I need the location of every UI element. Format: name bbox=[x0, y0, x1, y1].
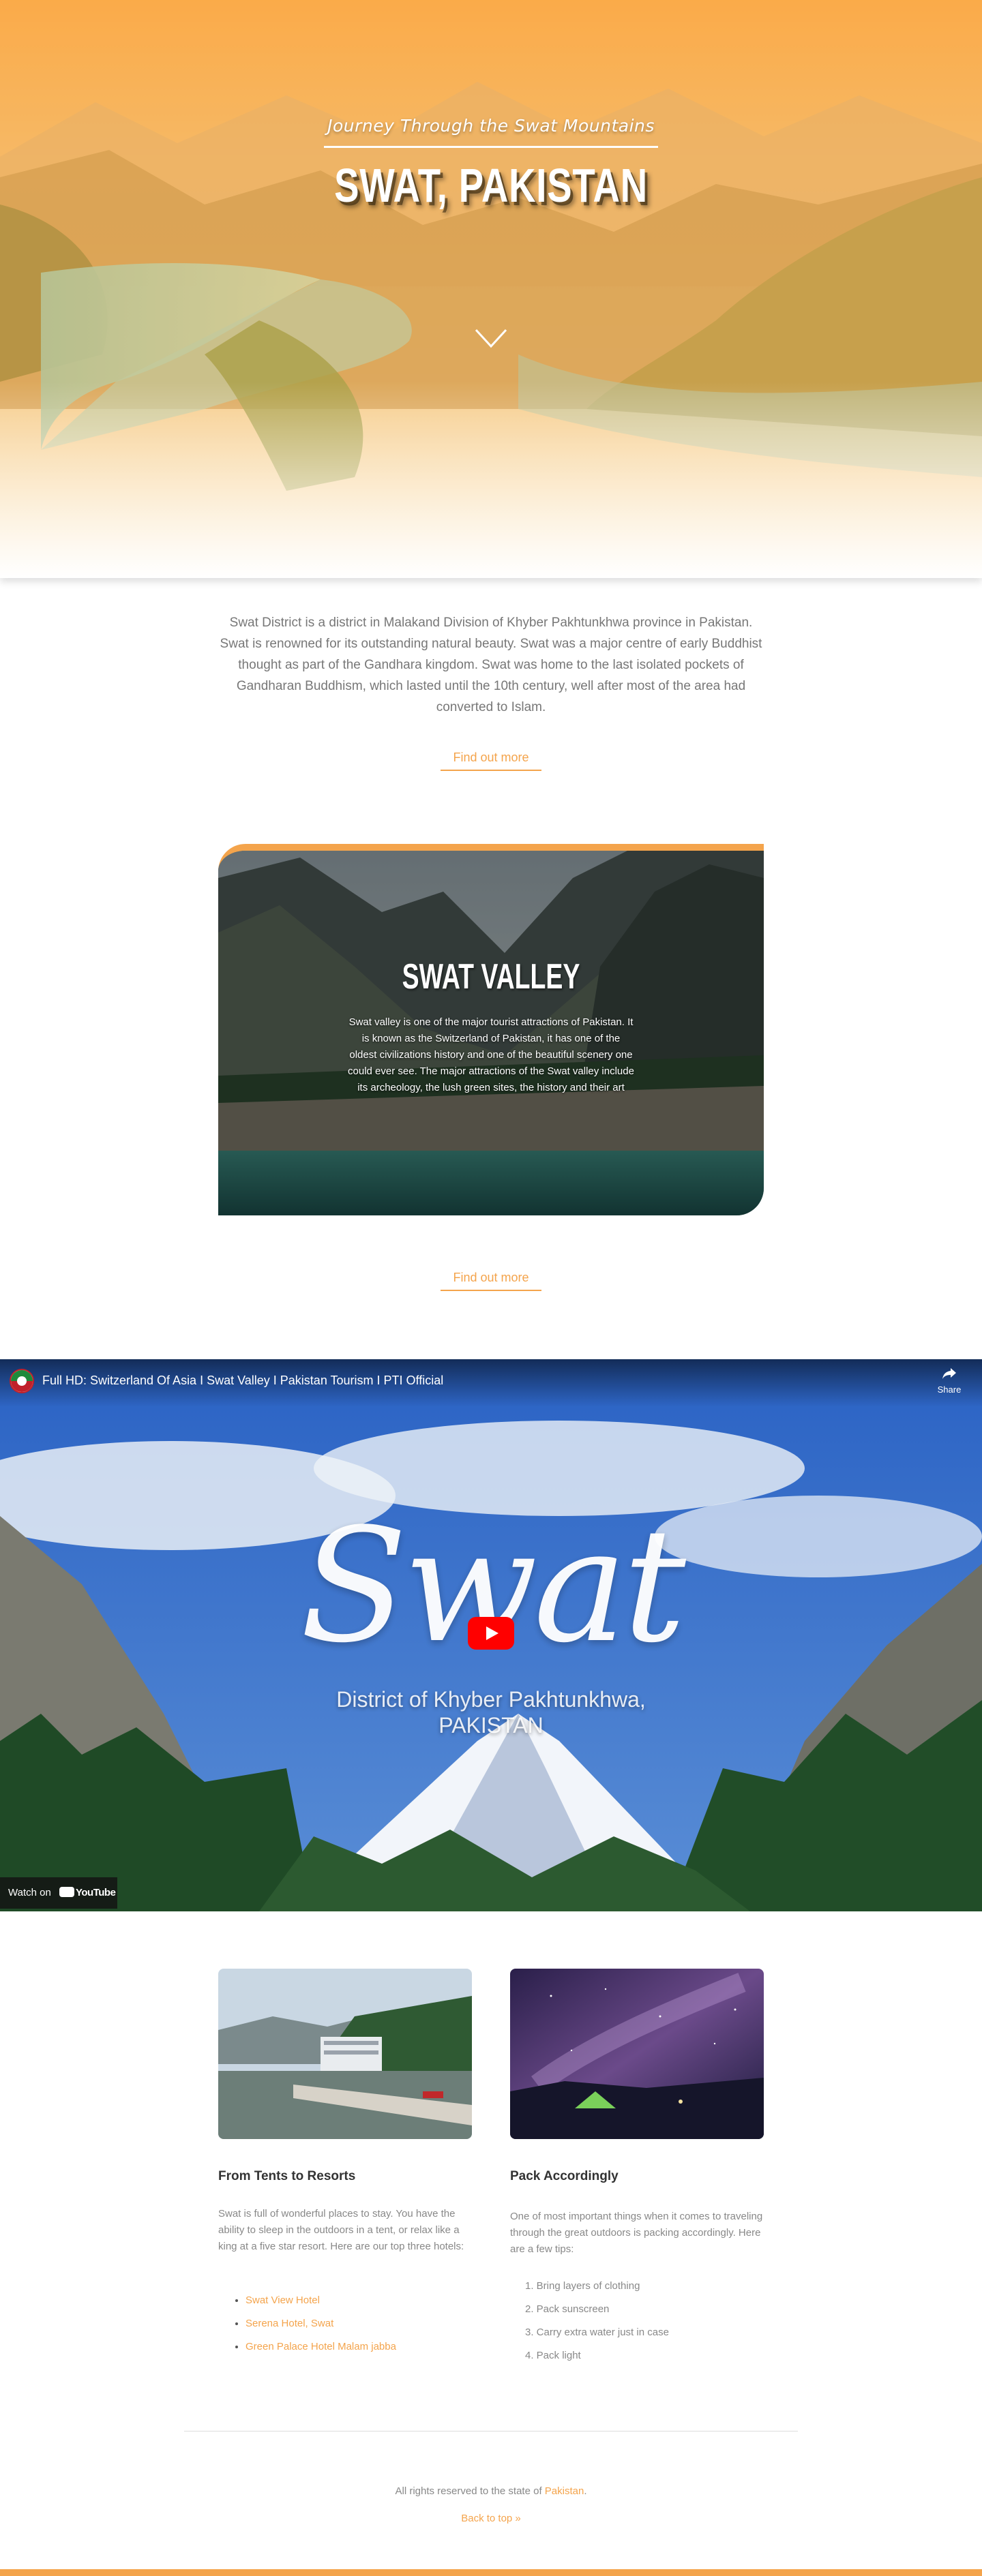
video-title[interactable]: Full HD: Switzerland Of Asia I Swat Vall… bbox=[42, 1374, 443, 1388]
hero-title: SWAT, PAKISTAN bbox=[334, 159, 648, 212]
video-overlay-line1: District of Khyber Pakhtunkhwa, bbox=[336, 1687, 646, 1712]
tip-item: 1. Bring layers of clothing bbox=[525, 2280, 640, 2292]
chevron-down-icon[interactable] bbox=[475, 329, 507, 349]
hero-divider bbox=[324, 146, 658, 148]
hotel-list: Swat View Hotel Serena Hotel, Swat Green… bbox=[232, 2289, 396, 2359]
hotel-link-swat-view[interactable]: Swat View Hotel bbox=[246, 2289, 396, 2312]
hotel-link-serena[interactable]: Serena Hotel, Swat bbox=[246, 2312, 396, 2335]
footer-copyright-text: All rights reserved to the state of bbox=[395, 2485, 545, 2497]
pack-description: One of most important things when it com… bbox=[510, 2211, 763, 2255]
footer-period: . bbox=[584, 2485, 587, 2497]
tip-item: 2. Pack sunscreen bbox=[525, 2303, 610, 2315]
video-overlay-subtitle: District of Khyber Pakhtunkhwa, PAKISTAN bbox=[0, 1686, 982, 1738]
channel-avatar[interactable] bbox=[10, 1369, 34, 1393]
camping-photo bbox=[510, 1969, 764, 2139]
card-title: SWAT VALLEY bbox=[402, 957, 580, 997]
footer-pakistan-link[interactable]: Pakistan bbox=[545, 2485, 584, 2497]
find-out-more-button[interactable]: Find out more bbox=[441, 746, 541, 771]
swat-valley-card: SWAT VALLEY Swat valley is one of the ma… bbox=[218, 844, 764, 1215]
video-overlay-word: Swat bbox=[300, 1496, 686, 1678]
footer-accent-bar bbox=[0, 2569, 982, 2576]
card-description: Swat valley is one of the major tourist … bbox=[348, 1016, 634, 1093]
find-out-more-button-2[interactable]: Find out more bbox=[441, 1267, 541, 1291]
resorts-description: Swat is full of wonderful places to stay… bbox=[218, 2208, 464, 2252]
intro-paragraph: Swat District is a district in Malakand … bbox=[220, 616, 762, 714]
youtube-video-embed[interactable]: Full HD: Switzerland Of Asia I Swat Vall… bbox=[0, 1359, 982, 1911]
share-icon bbox=[942, 1368, 956, 1379]
tip-item: 4. Pack light bbox=[525, 2350, 581, 2361]
pack-title: Pack Accordingly bbox=[510, 2169, 619, 2183]
tips-list: 1. Bring layers of clothing 2. Pack suns… bbox=[525, 2275, 669, 2367]
hotel-link-green-palace[interactable]: Green Palace Hotel Malam jabba bbox=[246, 2335, 396, 2359]
watch-on-label: Watch on bbox=[8, 1887, 51, 1898]
back-to-top-link[interactable]: Back to top » bbox=[0, 2513, 982, 2524]
hero-background-image bbox=[0, 0, 982, 578]
tip-item: 3. Carry extra water just in case bbox=[525, 2327, 669, 2338]
youtube-logo-icon: YouTube bbox=[59, 1877, 116, 1909]
video-overlay-line2: PAKISTAN bbox=[438, 1713, 544, 1738]
hero-section: Journey Through the Swat Mountains SWAT,… bbox=[0, 0, 982, 578]
share-button[interactable]: Share bbox=[934, 1367, 964, 1395]
watch-on-youtube-button[interactable]: Watch on YouTube bbox=[0, 1877, 117, 1909]
hero-subtitle: Journey Through the Swat Mountains bbox=[327, 116, 655, 136]
play-icon[interactable] bbox=[468, 1617, 514, 1650]
footer-copyright: All rights reserved to the state of Paki… bbox=[0, 2485, 982, 2497]
share-label: Share bbox=[937, 1384, 962, 1395]
youtube-logo-text: YouTube bbox=[75, 1887, 116, 1898]
resorts-title: From Tents to Resorts bbox=[218, 2169, 356, 2183]
hotel-photo bbox=[218, 1969, 472, 2139]
